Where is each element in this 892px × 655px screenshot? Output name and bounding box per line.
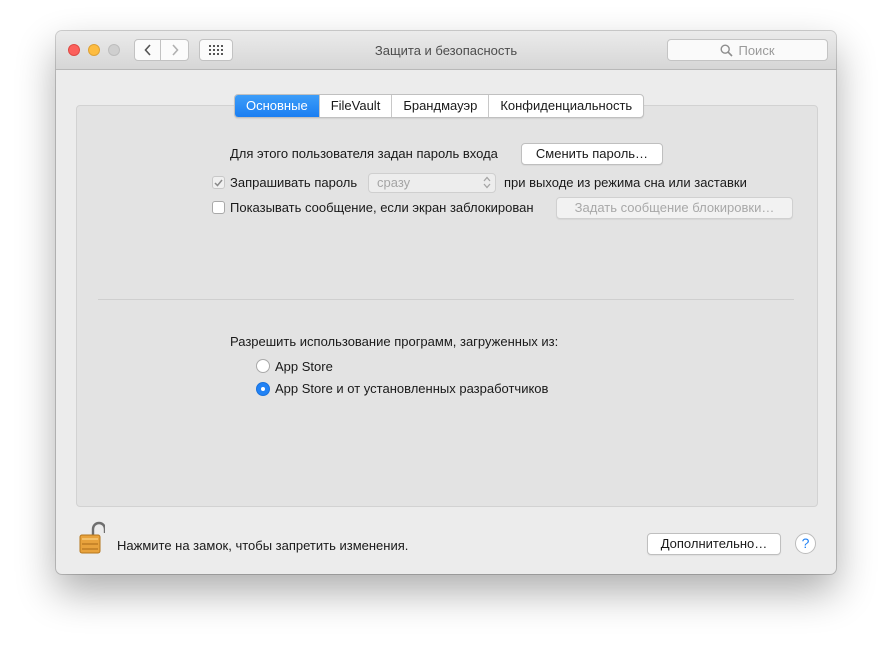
password-status-text: Для этого пользователя задан пароль вход…	[230, 146, 498, 161]
tab-privacy[interactable]: Конфиденциальность	[488, 95, 643, 117]
set-lock-message-button[interactable]: Задать сообщение блокировки…	[556, 197, 793, 219]
require-password-checkbox[interactable]	[212, 176, 225, 189]
radio-app-store-identified-developers[interactable]	[256, 382, 270, 396]
tab-general[interactable]: Основные	[235, 95, 319, 117]
tab-firewall[interactable]: Брандмауэр	[391, 95, 488, 117]
tab-bar: Основные FileVault Брандмауэр Конфиденци…	[234, 94, 645, 118]
tab-filevault[interactable]: FileVault	[318, 95, 392, 117]
updown-arrows-icon	[483, 176, 491, 189]
show-message-label: Показывать сообщение, если экран заблоки…	[230, 200, 534, 215]
question-icon[interactable]: ?	[795, 533, 816, 554]
require-password-label: Запрашивать пароль	[230, 175, 358, 190]
section-divider	[98, 299, 794, 300]
advanced-button[interactable]: Дополнительно…	[647, 533, 781, 555]
radio-app-store-label: App Store	[275, 359, 333, 374]
lock-hint-text: Нажмите на замок, чтобы запретить измене…	[117, 538, 409, 553]
require-password-suffix: при выходе из режима сна или заставки	[504, 175, 747, 190]
title-bar: Защита и безопасность Поиск	[56, 31, 836, 70]
search-placeholder: Поиск	[738, 42, 775, 58]
search-field[interactable]: Поиск	[667, 39, 828, 61]
radio-app-store-identified-developers-label: App Store и от установленных разработчик…	[275, 381, 549, 396]
show-message-checkbox[interactable]	[212, 201, 225, 214]
tab-content-panel	[76, 105, 818, 507]
require-password-delay-select[interactable]: сразу	[368, 173, 496, 193]
allow-apps-heading: Разрешить использование программ, загруж…	[230, 334, 559, 349]
checkmark-icon	[214, 179, 223, 187]
security-privacy-window: Защита и безопасность Поиск Основные Fil…	[56, 31, 836, 574]
select-value: сразу	[377, 175, 411, 190]
change-password-button[interactable]: Сменить пароль…	[521, 143, 663, 165]
magnifier-icon	[720, 43, 734, 57]
radio-app-store[interactable]	[256, 359, 270, 373]
open-padlock-icon[interactable]	[79, 521, 105, 555]
